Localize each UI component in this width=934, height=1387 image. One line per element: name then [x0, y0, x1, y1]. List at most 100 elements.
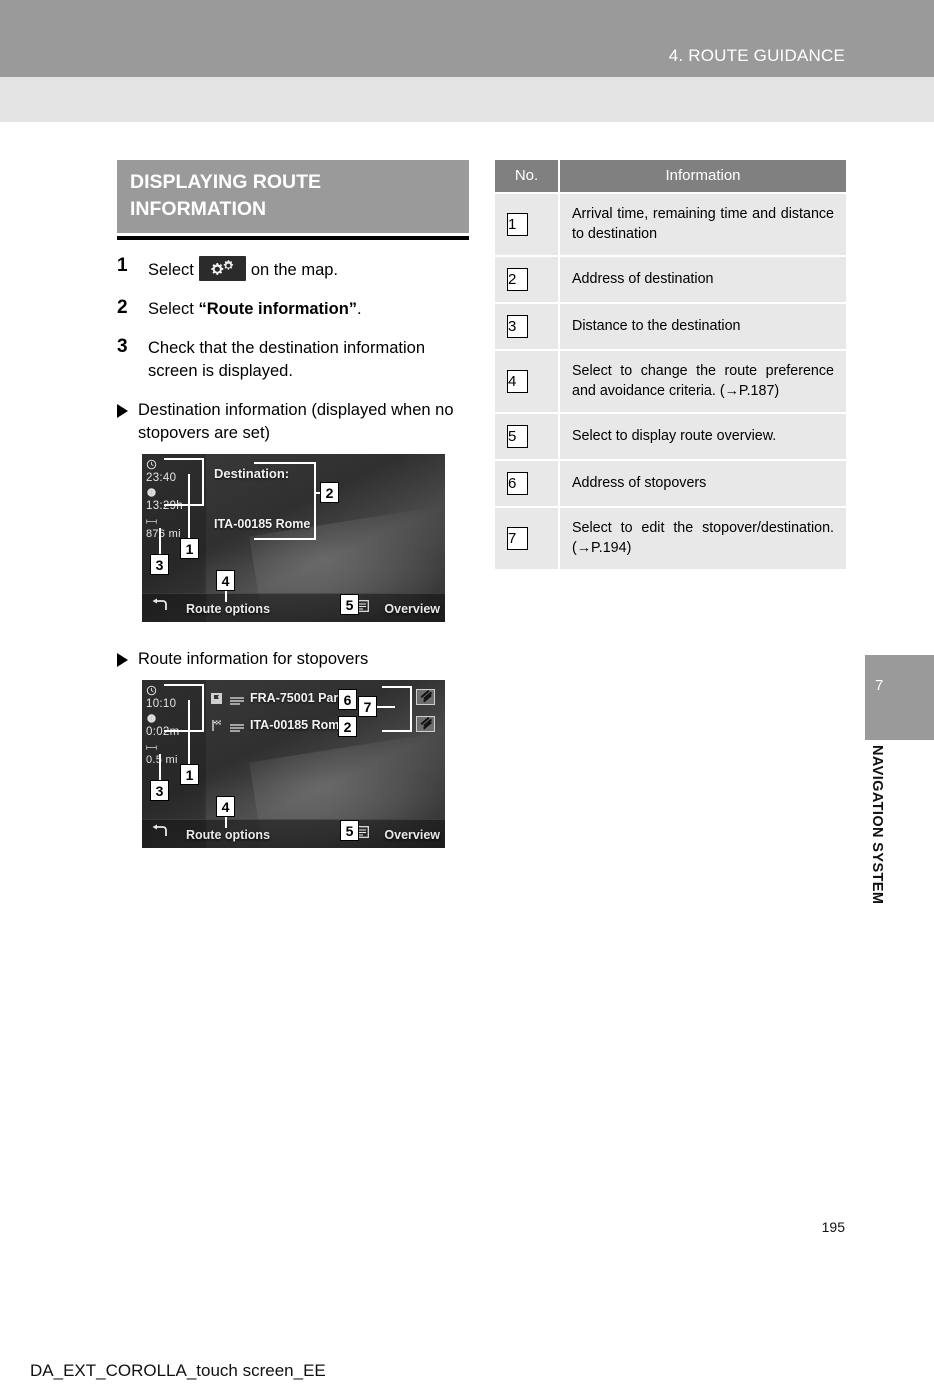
table-row: 1 Arrival time, remaining time and dista…: [495, 192, 846, 256]
table-header-information: Information: [559, 160, 846, 193]
callout-5: 5: [340, 594, 359, 615]
chapter-title: 4. ROUTE GUIDANCE: [668, 46, 845, 65]
chapter-vertical-label: NAVIGATION SYSTEM: [869, 745, 885, 905]
distance-value: 0.5 mi: [146, 754, 178, 766]
callout-2: 2: [338, 716, 357, 737]
callout-3: 3: [150, 780, 169, 801]
step-3-number: 3: [117, 336, 128, 357]
overview-button[interactable]: Overview: [384, 602, 440, 616]
step-1-text-before: Select: [148, 261, 194, 279]
chapter-tab-number: 7: [875, 677, 884, 694]
information-table: No. Information 1 Arrival time, remainin…: [495, 160, 846, 569]
row-badge-1: 1: [507, 213, 528, 236]
route-options-button[interactable]: Route options: [186, 828, 270, 842]
document-code: DA_EXT_COROLLA_touch screen_EE: [30, 1361, 326, 1380]
callout-3: 3: [150, 554, 169, 575]
figure-1-caption-text: Destination information (displayed when …: [138, 401, 454, 442]
table-cell-info: Arrival time, remaining time and distanc…: [559, 192, 846, 256]
leader-line: [382, 730, 412, 732]
step-3-text: Check that the destination information s…: [148, 339, 425, 380]
row-badge-6: 6: [507, 472, 528, 495]
table-row: 5 Select to display route overview.: [495, 412, 846, 460]
table-cell-info: Select to edit the stopover/destination.…: [559, 506, 846, 569]
leader-line: [314, 462, 316, 540]
arrival-time-clock-icon: [146, 459, 157, 472]
leader-line: [188, 700, 190, 764]
leader-line: [164, 730, 204, 732]
remaining-time-value: 13:29h: [146, 500, 183, 512]
destination-flag-icon: [210, 719, 223, 735]
remaining-time-icon: [146, 487, 157, 500]
edit-stopover-icon[interactable]: [416, 689, 435, 705]
table-cell-info: Select to change the route preference an…: [559, 349, 846, 413]
stopover-address: FRA-75001 Paris: [250, 691, 349, 705]
section-heading: DISPLAYING ROUTE INFORMATION: [117, 160, 469, 233]
leader-line: [254, 462, 316, 464]
figure-1-destination-info-screen: 23:40 13:29h 876 mi Destination: ITA-001…: [142, 454, 445, 622]
step-2-text-after: .: [357, 300, 362, 318]
row-badge-7: 7: [507, 527, 528, 550]
remaining-time-icon: [146, 713, 157, 726]
figure-1-caption: Destination information (displayed when …: [117, 399, 469, 445]
table-cell-no: 5: [495, 412, 560, 460]
destination-address: ITA-00185 Rome: [214, 517, 311, 531]
overview-button[interactable]: Overview: [384, 828, 440, 842]
leader-line: [188, 474, 190, 538]
chapter-tab: 7: [865, 655, 934, 740]
step-1-text-after: on the map.: [250, 261, 338, 279]
table-row: 2 Address of destination: [495, 255, 846, 303]
row-badge-5: 5: [507, 425, 528, 448]
step-2-text-before: Select: [148, 300, 194, 318]
table-cell-no: 6: [495, 459, 560, 507]
leader-line: [202, 458, 204, 506]
step-1-number: 1: [117, 255, 128, 276]
leader-line: [410, 686, 412, 732]
table-cell-no: 2: [495, 255, 560, 303]
arrival-time-value: 23:40: [146, 472, 177, 484]
step-2-number: 2: [117, 297, 128, 318]
back-arrow-icon[interactable]: [150, 598, 169, 617]
table-row: 3 Distance to the destination: [495, 302, 846, 350]
triangle-bullet-icon: [117, 653, 128, 667]
table-row: 7 Select to edit the stopover/destinatio…: [495, 506, 846, 569]
figure-2-caption-text: Route information for stopovers: [138, 650, 369, 668]
arrival-time-value: 10:10: [146, 698, 177, 710]
page-number: 195: [821, 1219, 845, 1235]
distance-value: 876 mi: [146, 528, 181, 540]
table-header-row: No. Information: [495, 160, 846, 193]
route-options-button[interactable]: Route options: [186, 602, 270, 616]
leader-line: [164, 458, 204, 460]
edit-destination-icon[interactable]: [416, 716, 435, 732]
back-arrow-icon[interactable]: [150, 824, 169, 843]
route-lines-icon: [230, 723, 244, 735]
callout-7: 7: [358, 696, 377, 717]
table-cell-info: Select to display route overview.: [559, 412, 846, 460]
step-1: 1 Select on the map.: [117, 255, 469, 282]
table-cell-info: Address of destination: [559, 255, 846, 303]
route-options-gear-icon[interactable]: [198, 256, 246, 281]
leader-line: [382, 686, 412, 688]
figure-2-stopover-route-screen: 10:10 0:02m 0.5 mi FRA-75001 Paris ITA-0…: [142, 680, 445, 848]
leader-line: [202, 684, 204, 732]
leader-line: [377, 706, 395, 708]
step-2-quoted-label: “Route information”: [198, 300, 358, 318]
row-badge-4: 4: [507, 370, 528, 393]
left-content-column: DISPLAYING ROUTE INFORMATION 1 Select on…: [117, 160, 469, 848]
table-cell-no: 7: [495, 506, 560, 569]
table-cell-info: Distance to the destination: [559, 302, 846, 350]
table-header-no: No.: [495, 160, 560, 193]
destination-address: ITA-00185 Rome: [250, 718, 347, 732]
table-row: 4 Select to change the route preference …: [495, 349, 846, 413]
row-badge-2: 2: [507, 268, 528, 291]
page-header-subband: [0, 77, 934, 122]
table-cell-no: 1: [495, 192, 560, 256]
table-cell-no: 3: [495, 302, 560, 350]
callout-1: 1: [180, 538, 199, 559]
triangle-bullet-icon: [117, 404, 128, 418]
callout-5: 5: [340, 820, 359, 841]
destination-label: Destination:: [214, 466, 290, 481]
table-cell-info: Address of stopovers: [559, 459, 846, 507]
section-heading-rule: [117, 236, 469, 240]
row-badge-3: 3: [507, 315, 528, 338]
callout-6: 6: [338, 689, 357, 710]
